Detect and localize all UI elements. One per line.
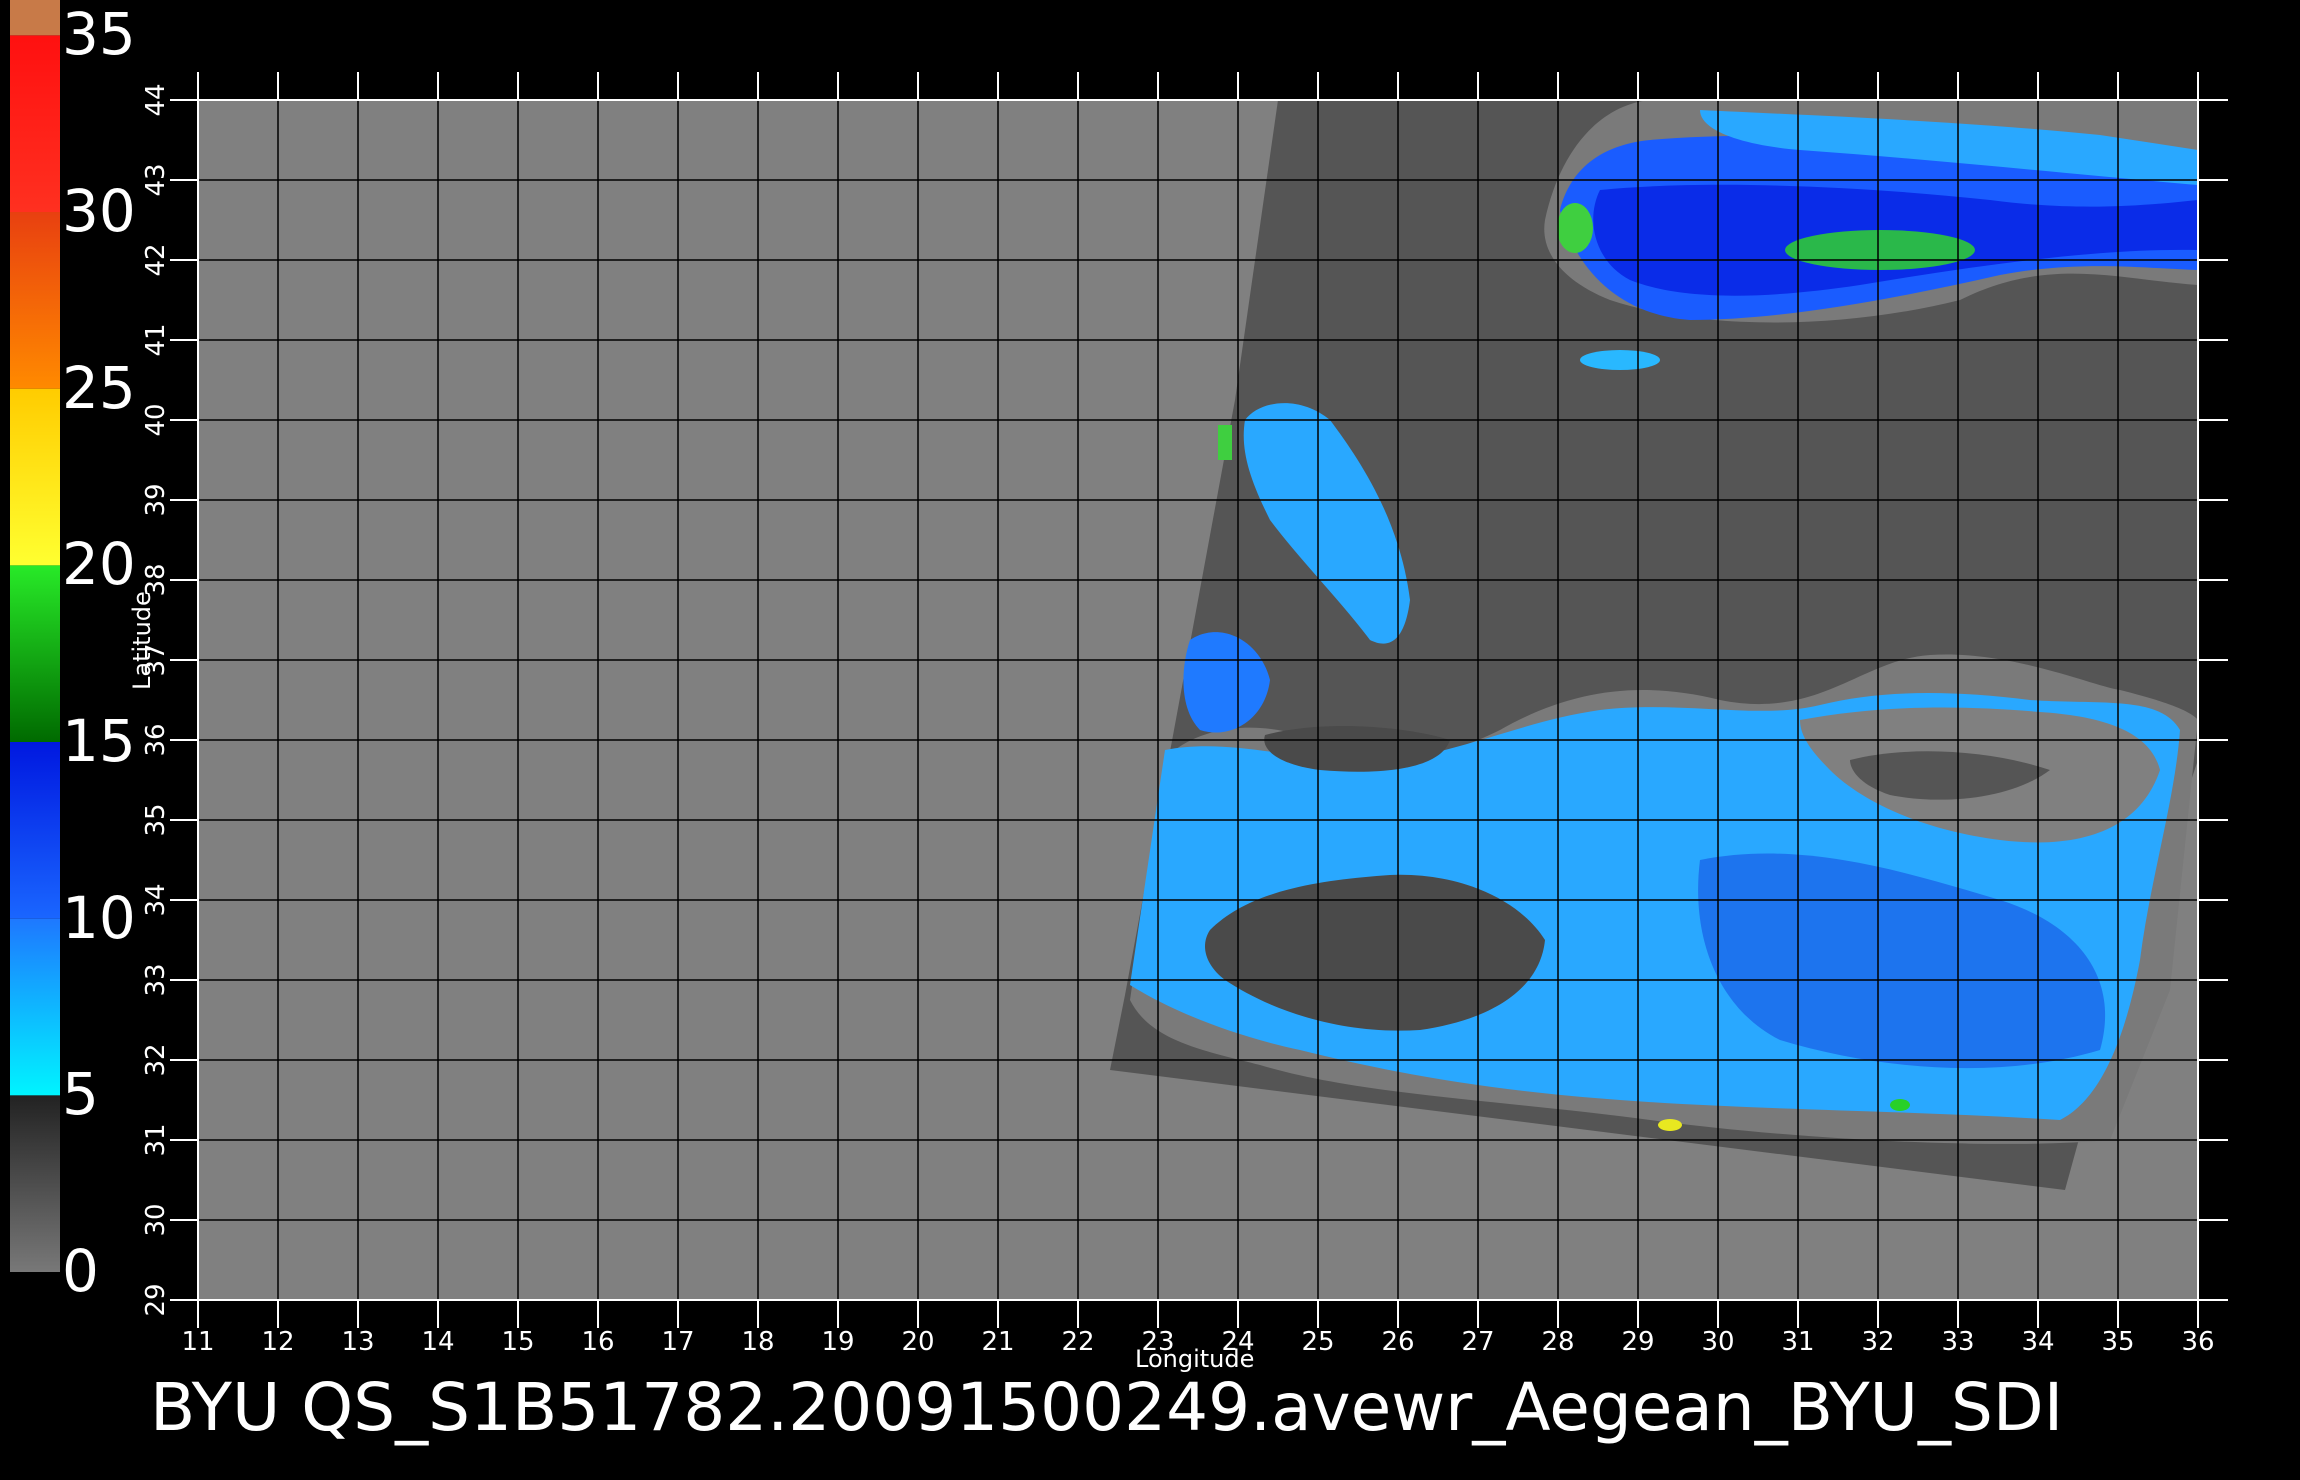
longitude-tick-label: 30 bbox=[1701, 1327, 1734, 1357]
latitude-tick-label: 29 bbox=[141, 1283, 171, 1316]
wind-speed-map: 11 12 13 14 15 16 17 18 19 20 21 22 23 24 25 26 27 28 29 30… bbox=[141, 72, 2228, 1357]
longitude-tick-label: 34 bbox=[2021, 1327, 2054, 1357]
longitude-tick-label: 17 bbox=[661, 1327, 694, 1357]
longitude-tick-label: 29 bbox=[1621, 1327, 1654, 1357]
latitude-tick-label: 40 bbox=[141, 403, 171, 436]
black-sea-wind-high bbox=[1785, 230, 1975, 270]
longitude-tick-label: 27 bbox=[1461, 1327, 1494, 1357]
latitude-tick-label: 34 bbox=[141, 883, 171, 916]
longitude-tick-label: 19 bbox=[821, 1327, 854, 1357]
longitude-tick-label: 35 bbox=[2101, 1327, 2134, 1357]
marmara-wind bbox=[1580, 350, 1660, 370]
longitude-tick-label: 21 bbox=[981, 1327, 1014, 1357]
swath bbox=[1110, 100, 2198, 1190]
latitude-tick-label: 33 bbox=[141, 963, 171, 996]
longitude-tick-label: 26 bbox=[1381, 1327, 1414, 1357]
y-axis-title: Latitude bbox=[128, 591, 156, 690]
sinai-high bbox=[1890, 1099, 1910, 1111]
longitude-tick-label: 16 bbox=[581, 1327, 614, 1357]
file-title: BYU QS_S1B51782.20091500249.avewr_Aegean… bbox=[150, 1369, 2064, 1446]
longitude-tick-label: 31 bbox=[1781, 1327, 1814, 1357]
latitude-tick-label: 30 bbox=[141, 1203, 171, 1236]
latitude-tick-label: 32 bbox=[141, 1043, 171, 1076]
longitude-tick-label: 11 bbox=[181, 1327, 214, 1357]
longitude-tick-label: 14 bbox=[421, 1327, 454, 1357]
longitude-tick-label: 25 bbox=[1301, 1327, 1334, 1357]
aegean-wind-high bbox=[1218, 425, 1232, 460]
latitude-tick-label: 44 bbox=[141, 83, 171, 116]
latitude-tick-label: 42 bbox=[141, 243, 171, 276]
latitude-tick-label: 35 bbox=[141, 803, 171, 836]
latitude-tick-label: 39 bbox=[141, 483, 171, 516]
longitude-tick-label: 32 bbox=[1861, 1327, 1894, 1357]
longitude-tick-label: 12 bbox=[261, 1327, 294, 1357]
longitude-tick-label: 13 bbox=[341, 1327, 374, 1357]
latitude-tick-label: 36 bbox=[141, 723, 171, 756]
latitude-tick-labels: 29303132333435363738394041424344 bbox=[141, 83, 171, 1316]
nile-delta-high bbox=[1658, 1119, 1682, 1131]
longitude-tick-label: 15 bbox=[501, 1327, 534, 1357]
longitude-tick-label: 28 bbox=[1541, 1327, 1574, 1357]
latitude-tick-label: 43 bbox=[141, 163, 171, 196]
longitude-tick-label: 22 bbox=[1061, 1327, 1094, 1357]
black-sea-wind-high-west bbox=[1557, 203, 1593, 253]
latitude-tick-label: 41 bbox=[141, 323, 171, 356]
longitude-tick-label: 33 bbox=[1941, 1327, 1974, 1357]
longitude-tick-label: 18 bbox=[741, 1327, 774, 1357]
longitude-tick-label: 20 bbox=[901, 1327, 934, 1357]
longitude-tick-label: 36 bbox=[2181, 1327, 2214, 1357]
latitude-tick-label: 31 bbox=[141, 1123, 171, 1156]
